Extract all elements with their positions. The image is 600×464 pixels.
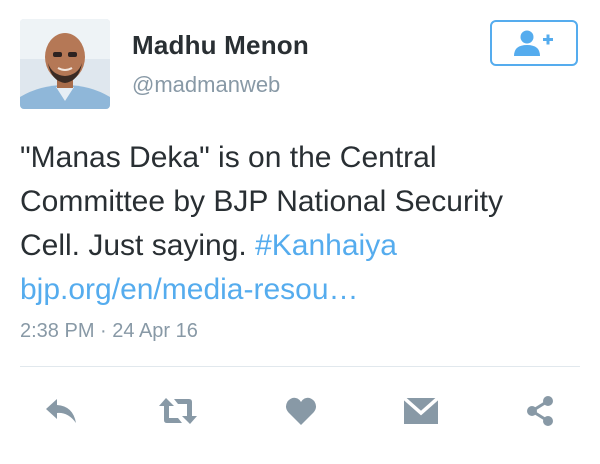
tweet-text-segment: Cell. Just saying. — [20, 229, 256, 262]
follow-button[interactable] — [490, 20, 578, 66]
share-button[interactable] — [517, 388, 563, 434]
tweet-time: 2:38 PM — [20, 320, 95, 342]
like-heart-icon — [285, 397, 317, 425]
reply-icon — [46, 399, 76, 423]
tweet-date: 24 Apr 16 — [112, 320, 198, 342]
tweet-text-line: "Manas Deka" is on the Central — [20, 141, 437, 174]
tweet-card: Madhu Menon @madmanweb "Manas Deka" is o… — [0, 0, 600, 464]
avatar[interactable] — [20, 19, 110, 109]
share-icon — [527, 396, 553, 426]
direct-message-button[interactable] — [398, 388, 444, 434]
divider — [20, 366, 580, 367]
retweet-button[interactable] — [155, 388, 201, 434]
add-user-icon — [514, 30, 553, 56]
tweet-timestamp[interactable]: 2:38 PM · 24 Apr 16 — [20, 320, 198, 343]
tweet-url-link[interactable]: bjp.org/en/media-resou… — [20, 268, 580, 312]
timestamp-separator: · — [94, 320, 113, 342]
tweet-text-line: Cell. Just saying. #Kanhaiya — [20, 224, 580, 268]
retweet-icon — [159, 398, 197, 424]
tweet-text: "Manas Deka" is on the Central Committee… — [20, 136, 580, 312]
tweet-text-line: Committee by BJP National Security — [20, 185, 503, 218]
direct-message-icon — [403, 397, 439, 424]
user-handle[interactable]: @madmanweb — [132, 72, 280, 98]
hashtag-link[interactable]: #Kanhaiya — [255, 229, 397, 262]
user-name[interactable]: Madhu Menon — [132, 30, 309, 61]
like-button[interactable] — [278, 388, 324, 434]
reply-button[interactable] — [38, 388, 84, 434]
